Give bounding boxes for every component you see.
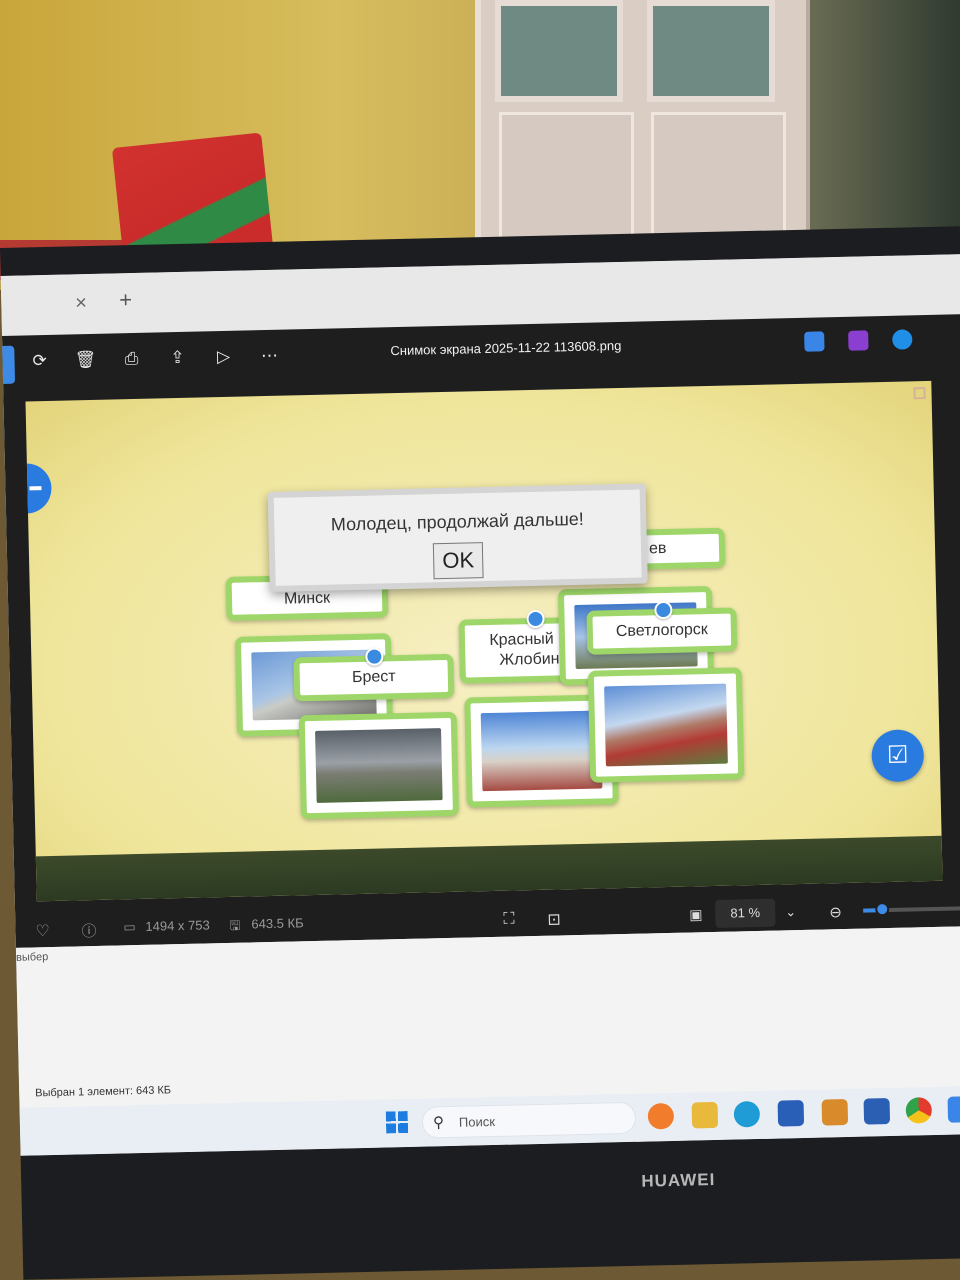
photos-viewer: ⟳ 🗑 ⎙ ⇪ ▷ ⋯ Снимок экрана 2025-11-22 113… (1, 314, 960, 948)
chevron-down-icon[interactable]: ⌄ (785, 904, 796, 920)
image-card-brest[interactable] (298, 711, 459, 820)
zoom-out-icon[interactable]: ⊖ (829, 903, 842, 921)
tab-close-button[interactable]: × (75, 292, 87, 315)
label-text: Светлогорск (615, 621, 708, 641)
label-text: Брест (351, 668, 396, 687)
explorer-status: Выбран 1 элемент: 643 КБ (35, 1084, 172, 1100)
file-size: 643.5 КБ (251, 915, 304, 932)
file-title: Снимок экрана 2025-11-22 113608.png (390, 337, 622, 359)
check-icon: ☑ (886, 741, 909, 770)
actual-size-icon[interactable]: ⊡ (547, 909, 561, 929)
zoom-value: 81 % (730, 904, 761, 921)
slideshow-icon[interactable]: ▷ (212, 346, 234, 368)
label-text: ев (648, 539, 667, 558)
svetlogorsk-photo (604, 683, 728, 767)
search-placeholder: Поиск (458, 1113, 496, 1130)
favorite-icon[interactable]: ♡ (35, 921, 50, 941)
zoom-slider[interactable] (863, 901, 960, 917)
zoom-dropdown[interactable]: 81 % (714, 898, 776, 928)
taskbar-search[interactable]: ⚲ Поиск (421, 1101, 637, 1139)
more-icon[interactable]: ⋯ (258, 345, 280, 367)
filesize-icon: 🖫 (229, 917, 241, 933)
label-text: Минск (283, 589, 331, 608)
photos-app-icon[interactable] (947, 1096, 960, 1123)
dialog-message: Молодец, продолжай дальше! (330, 508, 584, 535)
cabinet-glass-left (495, 0, 623, 102)
image-card-svetlogorsk[interactable] (587, 667, 745, 783)
clipchamp-app-icon[interactable] (848, 330, 869, 351)
label-card-svetlogorsk[interactable]: Светлогорск (586, 600, 738, 655)
edit-button[interactable] (2, 345, 16, 384)
edge-icon[interactable] (733, 1100, 761, 1128)
screen-icon[interactable]: ▣ (689, 906, 703, 923)
zhlobin-photo (480, 710, 603, 792)
rotate-icon[interactable]: ⟳ (28, 350, 50, 372)
pin-icon (365, 647, 384, 666)
alert-dialog: Молодец, продолжай дальше! OK (267, 483, 648, 592)
displayed-image: Минск Брест Красный Б Жлобин ев Светлого… (25, 380, 943, 902)
share-icon[interactable]: ⇪ (166, 347, 188, 369)
new-tab-button[interactable]: + (119, 287, 132, 313)
laptop: × + ⟳ 🗑 ⎙ ⇪ ▷ ⋯ Снимок экрана 2025-11-22… (0, 226, 960, 1280)
dimensions-icon: ▭ (123, 919, 136, 935)
image-dimensions: 1494 x 753 (145, 917, 210, 934)
media-app-icon[interactable] (647, 1102, 675, 1130)
ok-button[interactable]: OK (432, 542, 484, 580)
label-card-partial[interactable]: ев (634, 527, 726, 570)
zoom-slider-knob[interactable] (875, 901, 890, 917)
label-card-brest[interactable]: Брест (293, 647, 455, 702)
cabinet (475, 0, 810, 262)
laptop-screen: × + ⟳ 🗑 ⎙ ⇪ ▷ ⋯ Снимок экрана 2025-11-22… (0, 254, 960, 1156)
cabinet-glass-right (647, 0, 775, 102)
onedrive-icon[interactable] (892, 329, 913, 350)
pin-icon (526, 609, 545, 629)
fit-icon[interactable]: ⛶ (503, 911, 515, 929)
paint-icon[interactable] (821, 1098, 849, 1126)
pin-icon (654, 600, 673, 620)
info-icon[interactable]: ⓘ (81, 920, 96, 941)
fullscreen-icon[interactable] (913, 387, 926, 400)
designer-app-icon[interactable] (804, 331, 825, 352)
store-icon[interactable] (777, 1099, 805, 1127)
minus-button[interactable] (25, 462, 53, 515)
laptop-brand: HUAWEI (641, 1170, 716, 1191)
windows-start-icon[interactable] (385, 1110, 409, 1134)
explorer-partial-label: выбер (15, 951, 49, 964)
file-explorer: выбер Выбран 1 элемент: 643 КБ (15, 925, 960, 1108)
search-icon: ⚲ (432, 1114, 445, 1132)
word-icon[interactable] (863, 1098, 891, 1125)
check-answer-button[interactable]: ☑ (871, 729, 925, 783)
chrome-icon[interactable] (905, 1097, 933, 1124)
delete-icon[interactable]: 🗑 (74, 349, 97, 371)
print-icon[interactable]: ⎙ (120, 348, 142, 370)
brest-photo (315, 728, 443, 803)
field-strip (35, 835, 943, 902)
folder-icon[interactable] (691, 1101, 719, 1129)
